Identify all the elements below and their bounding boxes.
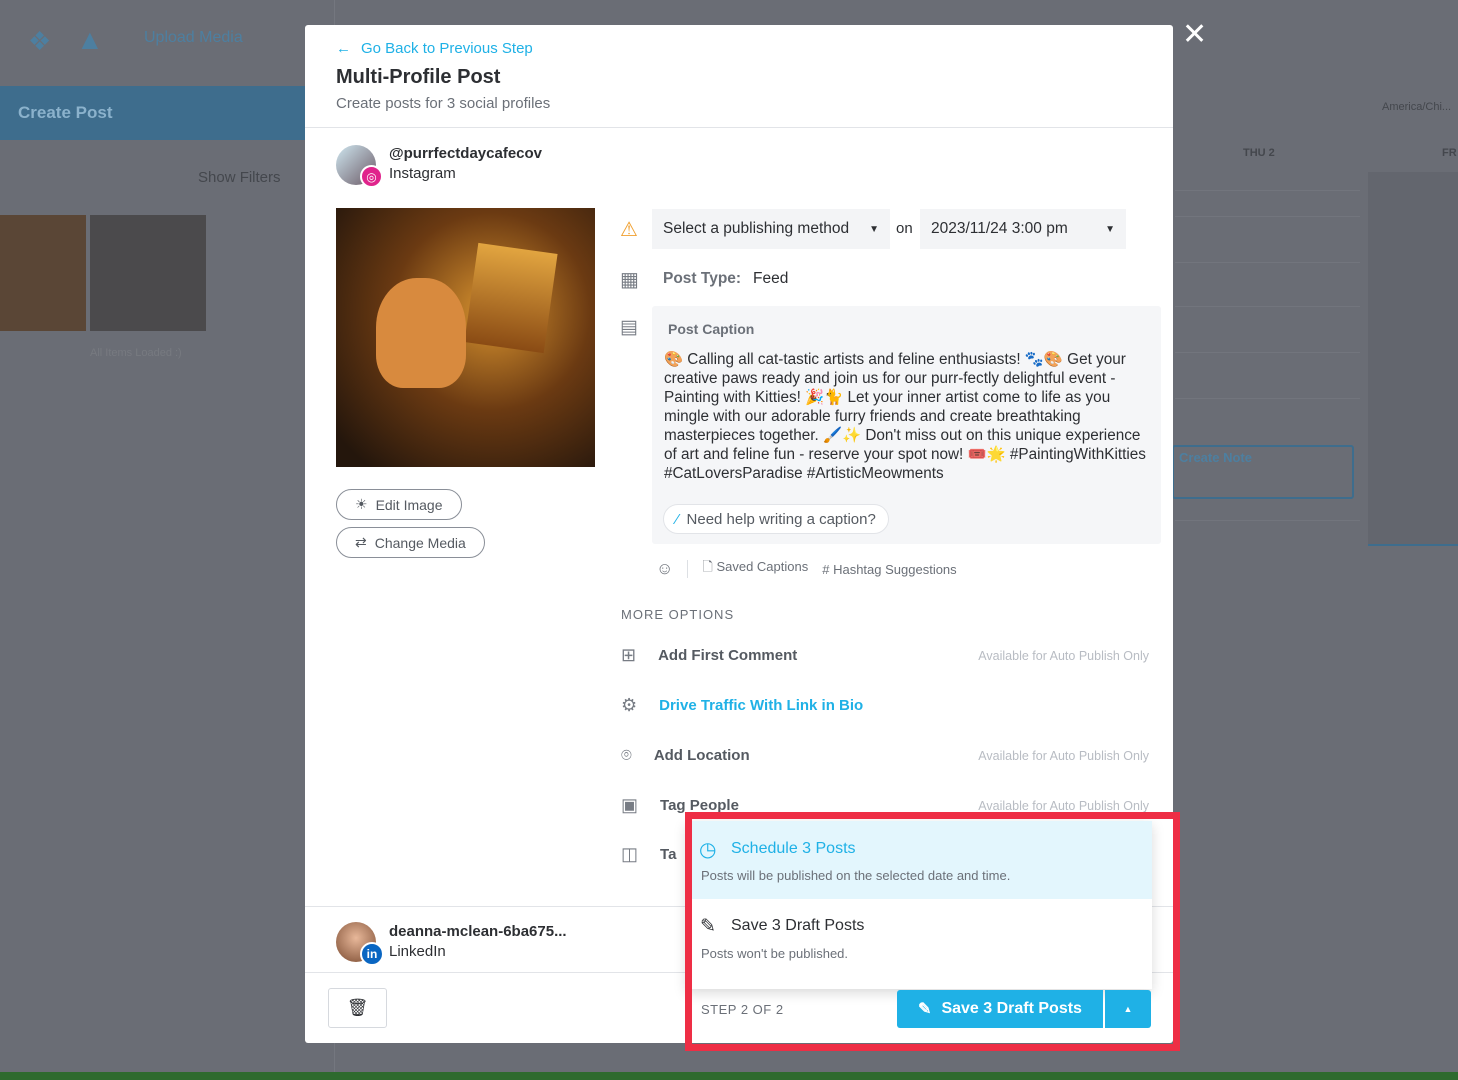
datetime-select[interactable]: 2023/11/24 3:00 pm ▼ bbox=[920, 209, 1126, 249]
link-bio-icon: ⚙ bbox=[621, 695, 638, 715]
caret-down-icon: ▼ bbox=[1105, 223, 1115, 235]
delete-button[interactable]: 🗑 bbox=[328, 988, 387, 1028]
profile-handle: deanna-mclean-6ba675... bbox=[389, 923, 567, 940]
post-image[interactable] bbox=[336, 208, 595, 467]
document-icon: 🗋 bbox=[702, 559, 713, 574]
profile-network: Instagram bbox=[389, 165, 456, 182]
linkedin-icon: in bbox=[360, 942, 384, 966]
hashtag-icon: # bbox=[822, 561, 830, 577]
post-type-label: Post Type: bbox=[663, 270, 742, 287]
day-header-fri: FR bbox=[1442, 147, 1457, 159]
google-drive-icon[interactable]: ▲ bbox=[76, 24, 104, 56]
arrow-left-icon: ← bbox=[336, 40, 351, 57]
create-post-bar[interactable]: Create Post bbox=[0, 86, 305, 140]
caption-text[interactable]: 🎨 Calling all cat-tastic artists and fel… bbox=[664, 350, 1150, 483]
timezone: America/Chi... bbox=[1382, 101, 1452, 113]
media-thumb[interactable] bbox=[90, 215, 206, 331]
emoji-icon[interactable]: ☺ bbox=[656, 559, 673, 579]
profile-network: LinkedIn bbox=[389, 943, 446, 960]
post-type-value[interactable]: Feed bbox=[753, 270, 788, 288]
saved-captions-button[interactable]: 🗋 Saved Captions bbox=[702, 558, 808, 580]
option-first-comment[interactable]: ⊞ Add First Comment Available for Auto Pub… bbox=[621, 645, 1149, 666]
magic-wand-icon: ⁄ bbox=[676, 510, 679, 528]
media-thumb[interactable] bbox=[0, 215, 86, 331]
page-title: Multi-Profile Post bbox=[336, 66, 501, 88]
create-note-box[interactable]: Create Note bbox=[1172, 445, 1354, 499]
grid-icon: ▦ bbox=[620, 269, 639, 291]
edit-image-button[interactable]: ☀ Edit Image bbox=[336, 489, 462, 520]
dropbox-icon[interactable]: ❖ bbox=[28, 26, 51, 57]
swap-icon: ⇄ bbox=[355, 534, 367, 550]
trash-icon: 🗑 bbox=[346, 998, 369, 1017]
caption-help-button[interactable]: ⁄ Need help writing a caption? bbox=[663, 504, 889, 534]
day-header-thu: THU 2 bbox=[1243, 147, 1275, 159]
option-link-in-bio[interactable]: ⚙ Drive Traffic With Link in Bio bbox=[621, 695, 1149, 716]
annotation-highlight-box bbox=[685, 812, 1180, 1051]
page-subtitle: Create posts for 3 social profiles bbox=[336, 95, 551, 112]
profile-handle: @purrfectdaycafecov bbox=[389, 145, 543, 162]
modal-header: ← Go Back to Previous Step Multi-Profile … bbox=[305, 25, 1173, 128]
back-link[interactable]: ← Go Back to Previous Step bbox=[336, 40, 533, 57]
option-add-location[interactable]: ⌾ Add Location Available for Auto Publish … bbox=[621, 745, 1149, 766]
warning-icon: ⚠ bbox=[620, 219, 638, 241]
hashtag-suggestions-button[interactable]: # Hashtag Suggestions bbox=[822, 562, 956, 577]
all-items-loaded: All Items Loaded :) bbox=[90, 347, 182, 359]
shopping-bag-icon: ◫ bbox=[621, 844, 639, 864]
caption-icon: ▤ bbox=[620, 317, 638, 338]
instagram-icon: ◎ bbox=[360, 165, 383, 188]
caption-toolbar: ☺ 🗋 Saved Captions # Hashtag Suggestions bbox=[656, 558, 957, 580]
person-tag-icon: ▣ bbox=[621, 795, 639, 815]
change-media-button[interactable]: ⇄ Change Media bbox=[336, 527, 485, 558]
location-pin-icon: ⌾ bbox=[621, 745, 632, 765]
publishing-method-select[interactable]: Select a publishing method ▼ bbox=[652, 209, 890, 249]
caption-box[interactable]: Post Caption 🎨 Calling all cat-tastic ar… bbox=[652, 306, 1161, 544]
caret-down-icon: ▼ bbox=[869, 223, 879, 235]
show-filters[interactable]: Show Filters bbox=[198, 169, 281, 186]
caption-label: Post Caption bbox=[668, 321, 755, 337]
on-label: on bbox=[896, 220, 913, 237]
upload-media-link[interactable]: Upload Media bbox=[144, 29, 243, 47]
close-icon[interactable]: ✕ bbox=[1182, 20, 1207, 50]
comment-hash-icon: ⊞ bbox=[621, 645, 637, 665]
sparkle-icon: ☀ bbox=[355, 496, 368, 512]
more-options-heading: MORE OPTIONS bbox=[621, 607, 735, 622]
